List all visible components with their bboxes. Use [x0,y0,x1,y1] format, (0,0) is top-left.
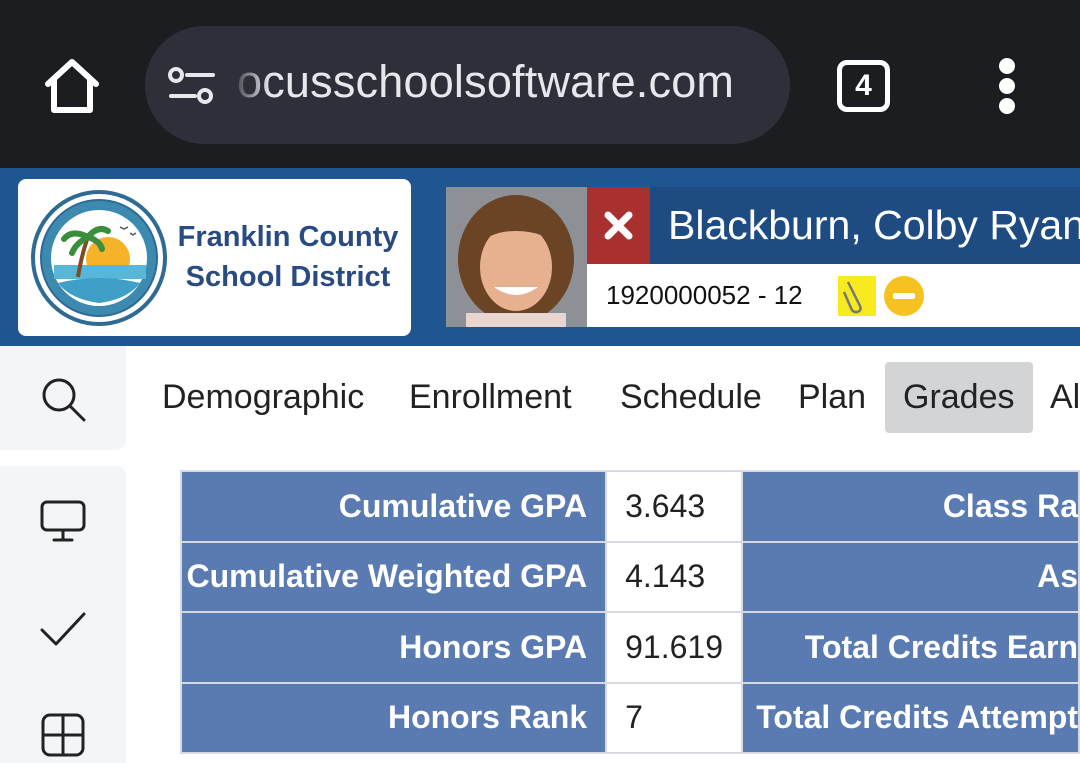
app-header: Franklin County School District Blackbur… [0,168,1080,346]
note-icon[interactable] [838,276,876,316]
close-icon[interactable] [587,187,650,264]
alert-icon[interactable] [884,276,924,316]
check-icon[interactable] [38,604,88,654]
tab-grades[interactable]: Grades [885,362,1033,433]
weighted-gpa-value: 4.143 [605,540,743,613]
address-bar[interactable]: ocusschoolsoftware.com [145,26,790,144]
home-icon[interactable] [40,56,104,116]
cumulative-gpa-label: Cumulative GPA [179,470,608,543]
student-name: Blackburn, Colby Ryan [650,187,1080,264]
tab-schedule[interactable]: Schedule [620,362,762,433]
table-row: Honors Rank 7 Total Credits Attempt [179,681,1080,754]
monitor-icon[interactable] [38,496,88,546]
gpa-summary-table: Cumulative GPA 3.643 Class Ra Cumulative… [179,470,1080,754]
search-icon[interactable] [38,374,88,424]
honors-rank-label: Honors Rank [179,681,608,754]
class-rank-label: Class Ra [740,470,1080,543]
table-row: Honors GPA 91.619 Total Credits Earn [179,611,1080,684]
grid-icon[interactable] [38,710,88,760]
tab-demographic[interactable]: Demographic [162,362,364,433]
browser-toolbar: ocusschoolsoftware.com 4 [0,0,1080,168]
url-text[interactable]: ocusschoolsoftware.com [237,56,734,108]
close-student-button[interactable] [587,187,650,264]
credits-earned-label: Total Credits Earn [740,611,1080,684]
as-label: As [740,540,1080,613]
more-menu-icon[interactable] [992,58,1022,114]
honors-rank-value: 7 [605,681,743,754]
weighted-gpa-label: Cumulative Weighted GPA [179,540,608,613]
credits-attempted-label: Total Credits Attempt [740,681,1080,754]
url-fade [230,26,270,144]
site-settings-icon[interactable] [167,66,217,106]
sidebar-search[interactable] [0,346,126,450]
honors-gpa-value: 91.619 [605,611,743,684]
student-card: Blackburn, Colby Ryan 1920000052 - 12 [446,187,1080,327]
district-logo[interactable]: Franklin County School District [18,179,411,336]
district-seal-icon [31,190,167,326]
cumulative-gpa-value: 3.643 [605,470,743,543]
table-row: Cumulative GPA 3.643 Class Ra [179,470,1080,543]
student-id: 1920000052 - 12 [606,280,803,310]
district-name: Franklin County School District [177,221,399,293]
student-photo [446,187,587,327]
sidebar [0,466,126,763]
tab-plan[interactable]: Plan [798,362,866,433]
tabs-icon[interactable]: 4 [837,60,890,112]
tab-enrollment[interactable]: Enrollment [409,362,572,433]
tab-more[interactable]: Al [1050,362,1080,433]
table-row: Cumulative Weighted GPA 4.143 As [179,540,1080,613]
honors-gpa-label: Honors GPA [179,611,608,684]
